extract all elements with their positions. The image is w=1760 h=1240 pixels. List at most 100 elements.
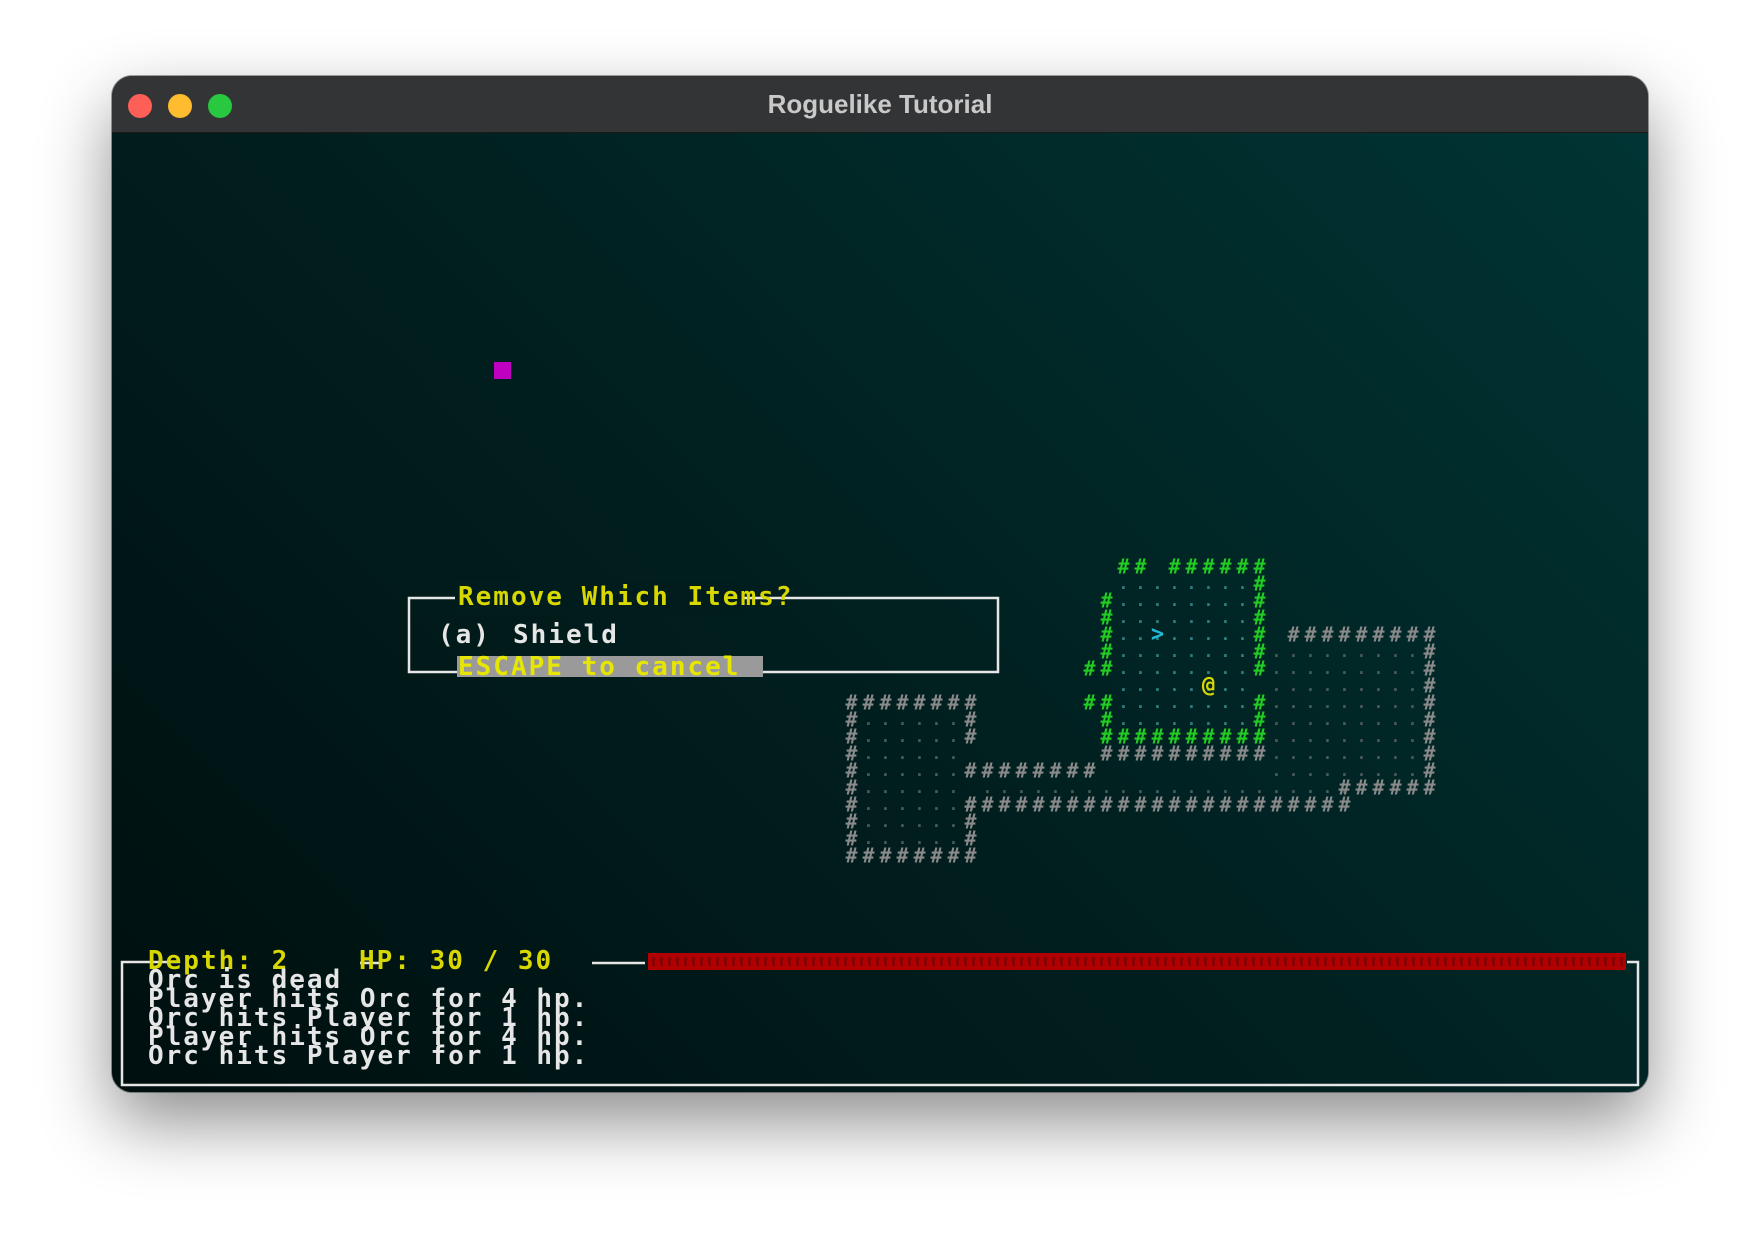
hp-bar-segment [1188,957,1191,966]
hp-bar-segment [1588,957,1591,966]
hp-bar-segment [1148,957,1151,966]
hp-bar-segment [884,957,887,966]
hp-bar-segment [1084,957,1087,966]
hp-bar-segment [1212,957,1215,966]
hp-bar-segment [1476,957,1479,966]
hp-bar-segment [1076,957,1079,966]
hp-bar-segment [1364,957,1367,966]
game-screen[interactable]: # # # # # # # # # # # # # # # # # # # # # # # # # # # # #...........… [112,133,1648,1092]
hp-bar-segment [1124,957,1127,966]
hp-bar-segment [1132,957,1135,966]
hp-bar-segment [1524,957,1527,966]
hp-bar-segment [1428,957,1431,966]
hp-bar-segment [1020,957,1023,966]
hp-bar-segment [1388,957,1391,966]
hp-bar-segment [812,957,815,966]
hp-bar-segment [668,957,671,966]
hp-bar-segment [1300,957,1303,966]
hp-bar-segment [692,957,695,966]
hp-bar-segment [1340,957,1343,966]
hp-bar-segment [1004,957,1007,966]
hp-bar-segment [1108,957,1111,966]
hp-bar-segment [1484,957,1487,966]
hp-bar-segment [1508,957,1511,966]
hp-bar-segment [1556,957,1559,966]
hp-bar-segment [1204,957,1207,966]
game-window: Roguelike Tutorial # # # # # # # # # # # # # # # # # # # # #… [112,76,1648,1092]
hp-bar-segment [708,957,711,966]
status-panel: Depth: 2 HP: 30 / 30 Orc is dead Player … [120,946,1640,1087]
hp-bar-segment [1404,957,1407,966]
hp-bar-segment [980,957,983,966]
hp-bar-segment [1292,957,1295,966]
hp-bar-segment [1028,957,1031,966]
hp-bar-segment [1180,957,1183,966]
hp-bar-segment [924,957,927,966]
hp-indicator: HP: 30 / 30 [359,946,553,976]
hp-bar-segment [852,957,855,966]
hp-bar-segment [1308,957,1311,966]
hp-bar-segment [1060,957,1063,966]
hp-bar-segment [1596,957,1599,966]
hp-bar-segment [1260,957,1263,966]
hp-bar-segment [1164,957,1167,966]
hp-bar-segment [964,957,967,966]
hp-bar-segment [684,957,687,966]
hp-bar-segment [1548,957,1551,966]
hp-bar-segment [1348,957,1351,966]
hp-bar-segment [676,957,679,966]
hp-bar-segment [892,957,895,966]
hp-bar-segment [748,957,751,966]
hp-bar-segment [764,957,767,966]
hp-bar-segment [940,957,943,966]
hp-bar-segment [1460,957,1463,966]
hp-bar-segment [1532,957,1535,966]
hp-bar-segment [1372,957,1375,966]
hp-bar-segment [1156,957,1159,966]
hp-bar-segment [1452,957,1455,966]
hp-bar-segment [740,957,743,966]
hp-bar-segment [1036,957,1039,966]
hp-bar-segment [1436,957,1439,966]
hp-bar-segment [1276,957,1279,966]
hp-bar-segment [1220,957,1223,966]
hp-bar-segment [1412,957,1415,966]
hp-bar-segment [1356,957,1359,966]
hp-bar-segment [916,957,919,966]
hp-bar-segment [956,957,959,966]
hp-bar-segment [844,957,847,966]
hp-bar-segment [1324,957,1327,966]
hp-bar-segment [860,957,863,966]
hp-bar-segment [1044,957,1047,966]
hp-bar-segment [772,957,775,966]
hp-bar-segment [836,957,839,966]
window-title: Roguelike Tutorial [767,89,993,119]
hp-bar-segment [1228,957,1231,966]
hp-bar-segment [1332,957,1335,966]
hp-bar-segment [756,957,759,966]
hp-bar-segment [988,957,991,966]
hp-bar-segment [1092,957,1095,966]
hp-bar-segment [1140,957,1143,966]
hp-bar-segment [1396,957,1399,966]
hp-bar-segment [780,957,783,966]
hp-bar-segment [972,957,975,966]
hp-bar-segment [932,957,935,966]
hp-bar-segment [724,957,727,966]
hp-bar-segment [1012,957,1015,966]
hp-bar-segment [1068,957,1071,966]
hp-bar-segment [700,957,703,966]
hp-bar-segment [1500,957,1503,966]
hp-bar-segment [996,957,999,966]
hp-bar-segment [1540,957,1543,966]
hp-bar-segment [868,957,871,966]
title-bar: Roguelike Tutorial [112,76,1648,133]
hp-bar-segment [1444,957,1447,966]
hp-bar-segment [1236,957,1239,966]
hp-bar-segment [1196,957,1199,966]
hp-bar-segment [652,957,655,966]
hp-bar-segment [1620,957,1623,966]
hp-bar-segment [876,957,879,966]
hp-bar-segment [1316,957,1319,966]
hp-bar-segment [1516,957,1519,966]
